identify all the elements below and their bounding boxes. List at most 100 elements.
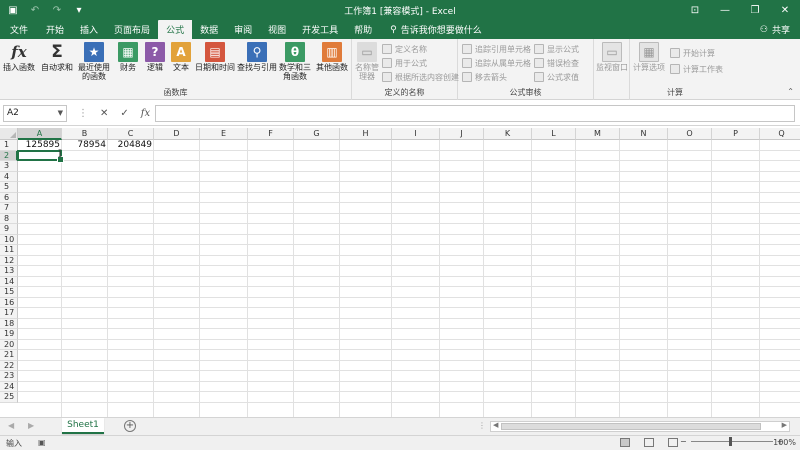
recently-used-button[interactable]: ★ 最近使用的函数: [76, 42, 112, 81]
page-break-view-icon[interactable]: [668, 438, 678, 447]
name-box[interactable]: A2 ▼: [3, 105, 67, 122]
macro-record-icon[interactable]: ▣: [38, 438, 46, 447]
cell-c1[interactable]: 204849: [108, 140, 154, 150]
tab-view[interactable]: 视图: [260, 20, 294, 39]
row-header-1[interactable]: 1: [0, 140, 18, 151]
remove-arrows-button[interactable]: 移去箭头: [462, 71, 507, 83]
more-functions-button[interactable]: ▥ 其他函数: [314, 42, 350, 72]
row-header-15[interactable]: 15: [0, 287, 18, 298]
row-header-7[interactable]: 7: [0, 203, 18, 214]
zoom-slider[interactable]: − +: [680, 437, 783, 446]
page-layout-view-icon[interactable]: [644, 438, 654, 447]
tab-file[interactable]: 文件: [0, 20, 38, 39]
row-header-20[interactable]: 20: [0, 339, 18, 350]
logical-button[interactable]: ? 逻辑: [144, 42, 166, 72]
prev-sheet-icon[interactable]: ◀: [8, 421, 14, 430]
restore-icon[interactable]: ❐: [740, 0, 770, 20]
row-header-2[interactable]: 2: [0, 150, 18, 161]
column-header-h[interactable]: H: [340, 128, 392, 140]
row-header-10[interactable]: 10: [0, 234, 18, 245]
column-header-c[interactable]: C: [108, 128, 154, 140]
scroll-left-icon[interactable]: ◀: [493, 421, 498, 429]
row-header-16[interactable]: 16: [0, 297, 18, 308]
row-header-24[interactable]: 24: [0, 381, 18, 392]
selected-cell[interactable]: [17, 149, 64, 163]
financial-button[interactable]: ▦ 财务: [116, 42, 140, 72]
collapse-ribbon-icon[interactable]: ⌃: [787, 87, 794, 96]
row-header-17[interactable]: 17: [0, 308, 18, 319]
horizontal-scrollbar[interactable]: ◀ ▶: [490, 421, 790, 432]
tab-home[interactable]: 开始: [38, 20, 72, 39]
tab-developer[interactable]: 开发工具: [294, 20, 346, 39]
cell-b1[interactable]: 78954: [62, 140, 108, 150]
minimize-icon[interactable]: —: [710, 0, 740, 20]
tab-review[interactable]: 审阅: [226, 20, 260, 39]
next-sheet-icon[interactable]: ▶: [28, 421, 34, 430]
calc-sheet-button[interactable]: 计算工作表: [670, 63, 723, 75]
select-all-corner[interactable]: [0, 128, 18, 140]
fx-icon[interactable]: fx: [141, 108, 150, 119]
tab-split-handle[interactable]: ⋮: [478, 421, 486, 430]
row-header-19[interactable]: 19: [0, 329, 18, 340]
row-header-6[interactable]: 6: [0, 192, 18, 203]
redo-icon[interactable]: ↷: [50, 3, 64, 17]
column-header-b[interactable]: B: [62, 128, 108, 140]
column-header-a[interactable]: A: [18, 128, 62, 140]
math-trig-button[interactable]: θ 数学和三角函数: [278, 42, 312, 81]
enter-icon[interactable]: ✓: [120, 108, 128, 119]
tab-insert[interactable]: 插入: [72, 20, 106, 39]
row-header-4[interactable]: 4: [0, 171, 18, 182]
save-icon[interactable]: ▣: [6, 3, 20, 17]
worksheet-grid[interactable]: A B C D E F G H I J K L M N O P Q 1 2 3 4 5 6 7 8 9 10 11 12 13 14 15 16…: [0, 128, 800, 417]
row-header-21[interactable]: 21: [0, 350, 18, 361]
customize-qat-icon[interactable]: ▾: [72, 3, 86, 17]
date-time-button[interactable]: ▤ 日期和时间: [194, 42, 236, 72]
row-header-13[interactable]: 13: [0, 266, 18, 277]
name-manager-button[interactable]: ▭ 名称管理器: [354, 42, 380, 81]
chevron-down-icon[interactable]: ▼: [58, 106, 63, 121]
row-header-11[interactable]: 11: [0, 245, 18, 256]
share-button[interactable]: ⚇ 共享: [760, 20, 790, 39]
trace-precedents-button[interactable]: 追踪引用单元格: [462, 43, 531, 55]
zoom-out-icon[interactable]: −: [680, 437, 687, 446]
text-button[interactable]: A 文本: [170, 42, 192, 72]
row-header-14[interactable]: 14: [0, 276, 18, 287]
column-header-k[interactable]: K: [484, 128, 532, 140]
column-header-i[interactable]: I: [392, 128, 440, 140]
evaluate-formula-button[interactable]: 公式求值: [534, 71, 579, 83]
tab-formulas[interactable]: 公式: [158, 20, 193, 39]
column-header-e[interactable]: E: [200, 128, 248, 140]
tab-page-layout[interactable]: 页面布局: [106, 20, 158, 39]
column-header-f[interactable]: F: [248, 128, 294, 140]
undo-icon[interactable]: ↶: [28, 3, 42, 17]
formula-input[interactable]: [155, 105, 795, 122]
sheet-tab-sheet1[interactable]: Sheet1: [62, 418, 104, 434]
watch-window-button[interactable]: ▭ 监视窗口: [596, 42, 628, 72]
show-formulas-button[interactable]: 显示公式: [534, 43, 579, 55]
tab-data[interactable]: 数据: [192, 20, 226, 39]
column-header-g[interactable]: G: [294, 128, 340, 140]
row-header-8[interactable]: 8: [0, 213, 18, 224]
create-from-selection-button[interactable]: 根据所选内容创建: [382, 71, 459, 83]
autosum-button[interactable]: Σ 自动求和: [40, 42, 74, 72]
row-header-22[interactable]: 22: [0, 360, 18, 371]
column-header-q[interactable]: Q: [760, 128, 800, 140]
lookup-reference-button[interactable]: ⚲ 查找与引用: [236, 42, 278, 72]
calc-now-button[interactable]: 开始计算: [670, 47, 715, 59]
row-header-9[interactable]: 9: [0, 224, 18, 235]
column-header-n[interactable]: N: [620, 128, 668, 140]
row-header-25[interactable]: 25: [0, 392, 18, 403]
scroll-thumb[interactable]: [501, 423, 761, 430]
error-checking-button[interactable]: 错误检查: [534, 57, 579, 69]
column-header-o[interactable]: O: [668, 128, 712, 140]
define-name-button[interactable]: 定义名称: [382, 43, 427, 55]
column-header-j[interactable]: J: [440, 128, 484, 140]
cell-a1[interactable]: 125895: [18, 140, 62, 150]
zoom-track[interactable]: [690, 437, 773, 446]
column-header-m[interactable]: M: [576, 128, 620, 140]
tell-me-box[interactable]: ⚲ 告诉我你想要做什么: [390, 20, 482, 39]
calc-options-button[interactable]: ▦ 计算选项: [632, 42, 666, 72]
row-header-23[interactable]: 23: [0, 371, 18, 382]
ribbon-display-options-icon[interactable]: ⊡: [680, 0, 710, 20]
cancel-icon[interactable]: ✕: [100, 108, 108, 119]
